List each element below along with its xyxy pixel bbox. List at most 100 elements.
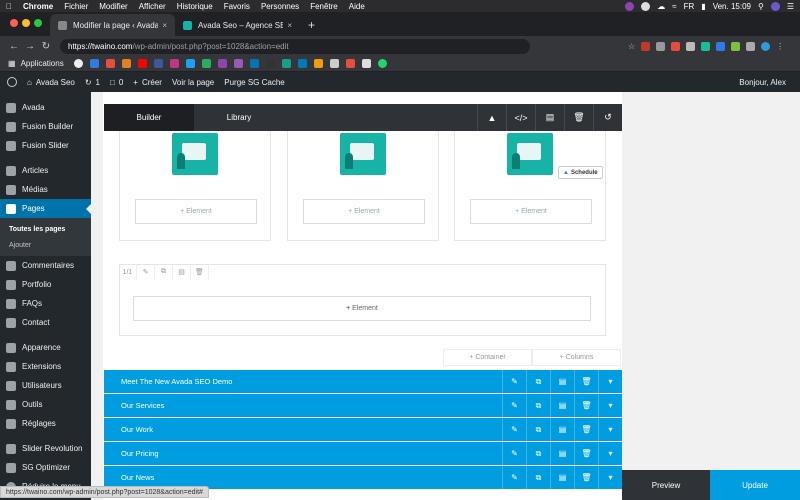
edit-icon[interactable]: ✎ xyxy=(502,442,526,465)
add-element-button[interactable]: + Element xyxy=(133,296,591,321)
trash-icon[interactable]: 🗑 xyxy=(574,418,598,441)
container-row[interactable]: Our Work ✎ ⧉ ▤ 🗑 ▾ xyxy=(104,418,622,441)
extension-icon[interactable] xyxy=(701,41,711,51)
admin-bar-greeting[interactable]: Bonjour, Alex xyxy=(739,78,786,87)
chevron-down-icon[interactable]: ▾ xyxy=(598,370,622,393)
menu-list-icon[interactable]: ☰ xyxy=(787,2,794,11)
bookmark-icon[interactable] xyxy=(281,59,291,68)
sidebar-item-settings[interactable]: Réglages xyxy=(0,414,91,433)
wordpress-logo-icon[interactable] xyxy=(7,77,17,87)
sidebar-item-slider-revolution[interactable]: Slider Revolution xyxy=(0,439,91,458)
sidebar-item-articles[interactable]: Articles xyxy=(0,161,91,180)
save-icon[interactable]: ▤ xyxy=(550,466,574,489)
screen-recorder-icon[interactable] xyxy=(625,1,635,11)
bookmark-icon[interactable] xyxy=(137,59,147,68)
container-row[interactable]: Our Services ✎ ⧉ ▤ 🗑 ▾ xyxy=(104,394,622,417)
whatsapp-icon[interactable] xyxy=(377,59,387,68)
bookmark-icon[interactable] xyxy=(201,59,211,68)
applications-bookmark[interactable]: Applications xyxy=(21,59,64,68)
trash-icon[interactable]: 🗑 xyxy=(574,442,598,465)
new-tab-icon[interactable]: + xyxy=(308,18,315,32)
bookmark-icon[interactable] xyxy=(121,59,131,68)
sidebar-item-pages[interactable]: Pages xyxy=(0,199,91,218)
admin-bar-purge[interactable]: Purge SG Cache xyxy=(224,78,284,87)
sidebar-item-faqs[interactable]: FAQs xyxy=(0,294,91,313)
admin-bar-site[interactable]: ⌂ Avada Seo xyxy=(27,78,75,87)
tab-builder[interactable]: Builder xyxy=(104,104,194,136)
clone-icon[interactable]: ⧉ xyxy=(526,394,550,417)
bookmark-icon[interactable] xyxy=(233,59,243,68)
extension-icon[interactable] xyxy=(731,41,741,51)
history-icon[interactable]: ↺ xyxy=(593,104,622,131)
admin-bar-view[interactable]: Voir la page xyxy=(172,78,214,87)
trash-icon[interactable]: 🗑 xyxy=(574,466,598,489)
add-element-button[interactable]: + Element xyxy=(470,199,592,224)
close-window-icon[interactable] xyxy=(10,19,18,27)
admin-bar-updates[interactable]: ↻ 1 xyxy=(85,78,100,87)
battery-icon[interactable]: ▮ xyxy=(701,2,705,11)
clone-icon[interactable]: ⧉ xyxy=(526,418,550,441)
sidebar-item-users[interactable]: Utilisateurs xyxy=(0,376,91,395)
minimize-window-icon[interactable] xyxy=(22,19,30,27)
back-icon[interactable]: ← xyxy=(6,41,22,52)
sidebar-item-sg-optimizer[interactable]: SG Optimizer xyxy=(0,458,91,477)
clone-icon[interactable]: ⧉ xyxy=(155,264,173,280)
twitter-icon[interactable] xyxy=(185,59,195,68)
browser-menu-icon[interactable]: ⋮ xyxy=(776,42,784,51)
edit-icon[interactable]: ✎ xyxy=(502,394,526,417)
sidebar-item-apparence[interactable]: Apparence xyxy=(0,338,91,357)
save-icon[interactable]: ▤ xyxy=(173,264,191,280)
menu-fichier[interactable]: Fichier xyxy=(64,2,88,11)
bookmark-icon[interactable] xyxy=(265,59,275,68)
container-row[interactable]: Our Pricing ✎ ⧉ ▤ 🗑 ▾ xyxy=(104,442,622,465)
address-bar[interactable]: https://twaino.com/wp-admin/post.php?pos… xyxy=(60,38,530,54)
clone-icon[interactable]: ⧉ xyxy=(526,370,550,393)
collapse-up-icon[interactable]: ▲ xyxy=(477,104,506,131)
admin-bar-new[interactable]: + Créer xyxy=(133,78,162,87)
facebook-icon[interactable] xyxy=(153,59,163,68)
trash-icon[interactable]: 🗑 xyxy=(574,394,598,417)
save-icon[interactable]: ▤ xyxy=(550,442,574,465)
maximize-window-icon[interactable] xyxy=(34,19,42,27)
edit-icon[interactable]: ✎ xyxy=(137,264,155,280)
clone-icon[interactable]: ⧉ xyxy=(526,442,550,465)
linkedin-icon[interactable] xyxy=(249,59,259,68)
save-icon[interactable]: ▤ xyxy=(550,394,574,417)
menu-personnes[interactable]: Personnes xyxy=(261,2,299,11)
menu-aide[interactable]: Aide xyxy=(349,2,365,11)
bookmark-icon[interactable] xyxy=(217,59,227,68)
chevron-down-icon[interactable]: ▾ xyxy=(598,394,622,417)
clock[interactable]: Ven. 15:09 xyxy=(713,2,751,11)
tab-library[interactable]: Library xyxy=(194,104,284,131)
schedule-button[interactable]: ▲ Schedule xyxy=(558,166,603,179)
sidebar-item-fusion-builder[interactable]: Fusion Builder xyxy=(0,117,91,136)
trash-icon[interactable]: 🗑 xyxy=(564,104,593,131)
sidebar-item-fusion-slider[interactable]: Fusion Slider xyxy=(0,136,91,155)
add-element-button[interactable]: + Element xyxy=(135,199,257,224)
clone-icon[interactable]: ⧉ xyxy=(526,466,550,489)
extension-icon[interactable] xyxy=(656,41,666,51)
chevron-down-icon[interactable]: ▾ xyxy=(598,442,622,465)
bookmark-star-icon[interactable]: ☆ xyxy=(628,42,635,51)
bookmark-icon[interactable] xyxy=(105,59,115,68)
container-row[interactable]: Meet The New Avada SEO Demo ✎ ⧉ ▤ 🗑 ▾ xyxy=(104,370,622,393)
extension-icon[interactable] xyxy=(641,41,651,51)
reload-icon[interactable]: ↻ xyxy=(38,41,54,52)
thumbnail-image[interactable] xyxy=(507,133,553,175)
save-icon[interactable]: ▤ xyxy=(550,418,574,441)
column-ratio[interactable]: 1/1 xyxy=(119,264,137,280)
language-flag[interactable]: FR xyxy=(684,2,695,11)
instagram-icon[interactable] xyxy=(169,59,179,68)
menu-fenetre[interactable]: Fenêtre xyxy=(310,2,338,11)
profile-avatar-icon[interactable] xyxy=(761,41,771,51)
sidebar-item-medias[interactable]: Médias xyxy=(0,180,91,199)
analytics-icon[interactable] xyxy=(313,59,323,68)
trash-icon[interactable]: 🗑 xyxy=(574,370,598,393)
thumbnail-image[interactable] xyxy=(340,133,386,175)
add-columns-button[interactable]: + Columns xyxy=(532,349,621,366)
tab-avada-seo[interactable]: Avada Seo – Agence SEO × xyxy=(175,14,300,36)
github-icon[interactable] xyxy=(641,1,651,11)
sidebar-item-comments[interactable]: Commentaires xyxy=(0,256,91,275)
sidebar-item-extensions[interactable]: Extensions xyxy=(0,357,91,376)
menu-afficher[interactable]: Afficher xyxy=(139,2,166,11)
